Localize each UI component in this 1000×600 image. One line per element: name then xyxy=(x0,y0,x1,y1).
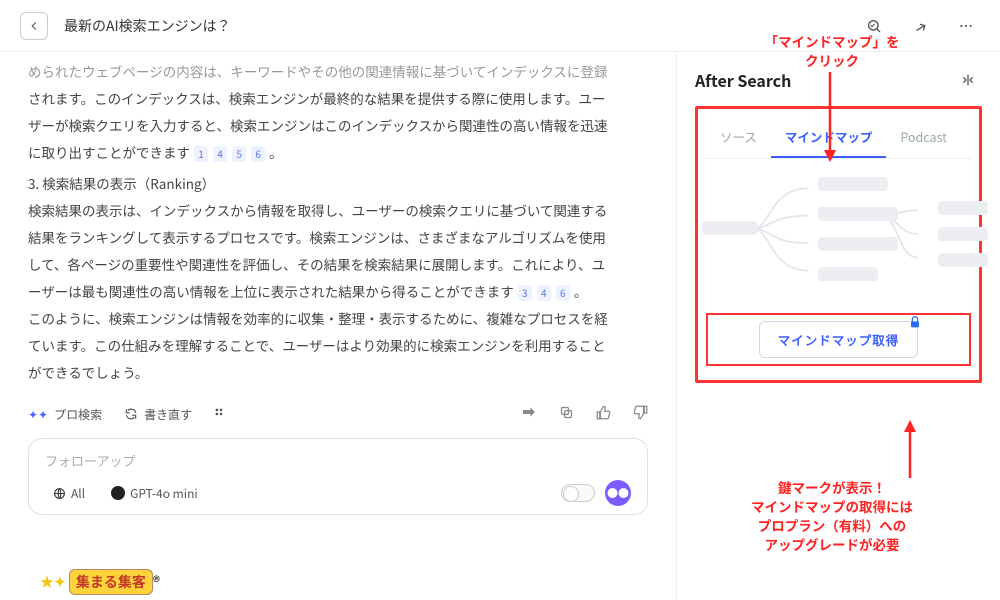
article-text: ザーが検索クエリを入力すると、検索エンジンはこのインデックスから関連性の高い情報… xyxy=(28,115,608,135)
skeleton-node xyxy=(938,227,988,241)
star-icon: ★ xyxy=(40,572,54,592)
article-text: 。 xyxy=(574,281,588,301)
model-label: GPT-4o mini xyxy=(130,485,198,502)
article-text: 検索結果の表示は、インデックスから情報を取得し、ユーザーの検索クエリに基づいて関… xyxy=(28,200,607,220)
page-title: 最新のAI検索エンジンは？ xyxy=(64,16,844,36)
thumbs-down-icon[interactable] xyxy=(633,405,648,424)
lock-icon xyxy=(907,314,923,330)
followup-input[interactable] xyxy=(45,454,631,469)
toggle-switch[interactable] xyxy=(561,484,595,502)
skeleton-node xyxy=(938,201,988,215)
tab-source[interactable]: ソース xyxy=(706,117,771,158)
pro-search-button[interactable]: ✦✦ プロ検索 xyxy=(28,406,102,423)
skeleton-node xyxy=(818,177,888,191)
article-text: されます。このインデックスは、検索エンジンが最終的な結果を提供する際に使用します… xyxy=(28,88,605,108)
citation[interactable]: 3 xyxy=(518,285,532,301)
citation[interactable]: 6 xyxy=(556,285,570,301)
share-arrow-icon[interactable] xyxy=(521,404,537,424)
article-text: 。 xyxy=(269,142,283,162)
pro-search-label: プロ検索 xyxy=(54,406,102,423)
article-text: して、各ページの重要性や関連性を評価し、その結果を検索結果に展開します。これによ… xyxy=(28,254,605,274)
main-content: められたウェブページの内容は、キーワードやその他の関連情報に基づいてインデックス… xyxy=(0,52,676,600)
article-text: ーザーは最も関連性の高い情報を上位に表示された結果から得ることができます xyxy=(28,281,514,301)
section-heading: 3. 検索結果の表示（Ranking） xyxy=(28,170,648,197)
star-icon: ✦ xyxy=(54,572,66,592)
voice-button[interactable]: ●● xyxy=(605,480,631,506)
tab-mindmap[interactable]: マインドマップ xyxy=(771,117,887,158)
side-tabs: ソース マインドマップ Podcast xyxy=(706,117,971,159)
article-text: このように、検索エンジンは情報を効率的に収集・整理・表示するために、複雑なプロセ… xyxy=(28,308,608,328)
refresh-icon[interactable] xyxy=(860,12,888,40)
qr-button[interactable] xyxy=(214,407,228,421)
highlight-box: ソース マインドマップ Podcast xyxy=(695,106,982,383)
skeleton-node xyxy=(818,207,898,221)
side-panel-title: After Search xyxy=(695,68,791,92)
watermark-logo: ★✦ 集まる集客® xyxy=(40,572,160,592)
scope-all-pill[interactable]: All xyxy=(45,482,93,505)
highlight-box: マインドマップ取得 xyxy=(706,313,971,366)
citation[interactable]: 4 xyxy=(537,285,551,301)
tab-podcast[interactable]: Podcast xyxy=(886,117,960,158)
response-toolbar: ✦✦ プロ検索 書き直す xyxy=(28,404,648,424)
share-icon[interactable] xyxy=(906,12,934,40)
article-text: 結果をランキングして表示するプロセスです。検索エンジンは、さまざまなアルゴリズム… xyxy=(28,227,606,247)
skeleton-node xyxy=(938,253,988,267)
citation[interactable]: 6 xyxy=(251,146,265,162)
scope-all-label: All xyxy=(71,485,85,502)
globe-icon xyxy=(53,487,66,500)
mindmap-preview xyxy=(706,159,971,309)
model-icon xyxy=(111,486,125,500)
citation[interactable]: 5 xyxy=(232,146,246,162)
article-text: ができるでしょう。 xyxy=(28,362,148,382)
followup-box: All GPT-4o mini ●● xyxy=(28,438,648,515)
thumbs-up-icon[interactable] xyxy=(596,405,611,424)
collapse-panel-icon[interactable] xyxy=(954,66,982,94)
article-body: められたウェブページの内容は、キーワードやその他の関連情報に基づいてインデックス… xyxy=(28,58,648,386)
get-mindmap-button[interactable]: マインドマップ取得 xyxy=(759,321,919,358)
more-icon[interactable] xyxy=(952,12,980,40)
article-text: められたウェブページの内容は、キーワードやその他の関連情報に基づいてインデックス… xyxy=(28,61,607,81)
citation[interactable]: 1 xyxy=(194,146,208,162)
article-text: ています。この仕組みを理解することで、ユーザーはより効果的に検索エンジンを利用す… xyxy=(28,335,606,355)
model-pill[interactable]: GPT-4o mini xyxy=(103,482,206,505)
rewrite-label: 書き直す xyxy=(144,406,192,423)
get-mindmap-label: マインドマップ取得 xyxy=(778,334,900,348)
article-text: に取り出すことができます xyxy=(28,142,190,162)
skeleton-node xyxy=(702,221,758,235)
refresh-icon xyxy=(124,407,138,421)
copy-icon[interactable] xyxy=(559,405,574,424)
rewrite-button[interactable]: 書き直す xyxy=(124,406,192,423)
sparkle-icon: ✦✦ xyxy=(28,406,48,423)
citation[interactable]: 4 xyxy=(213,146,227,162)
skeleton-node xyxy=(818,267,878,281)
back-button[interactable] xyxy=(20,12,48,40)
skeleton-node xyxy=(818,237,898,251)
side-panel: After Search ソース マインドマップ Podcast xyxy=(676,52,1000,600)
grid-icon xyxy=(214,407,228,421)
watermark-label: 集まる集客 xyxy=(69,569,153,595)
